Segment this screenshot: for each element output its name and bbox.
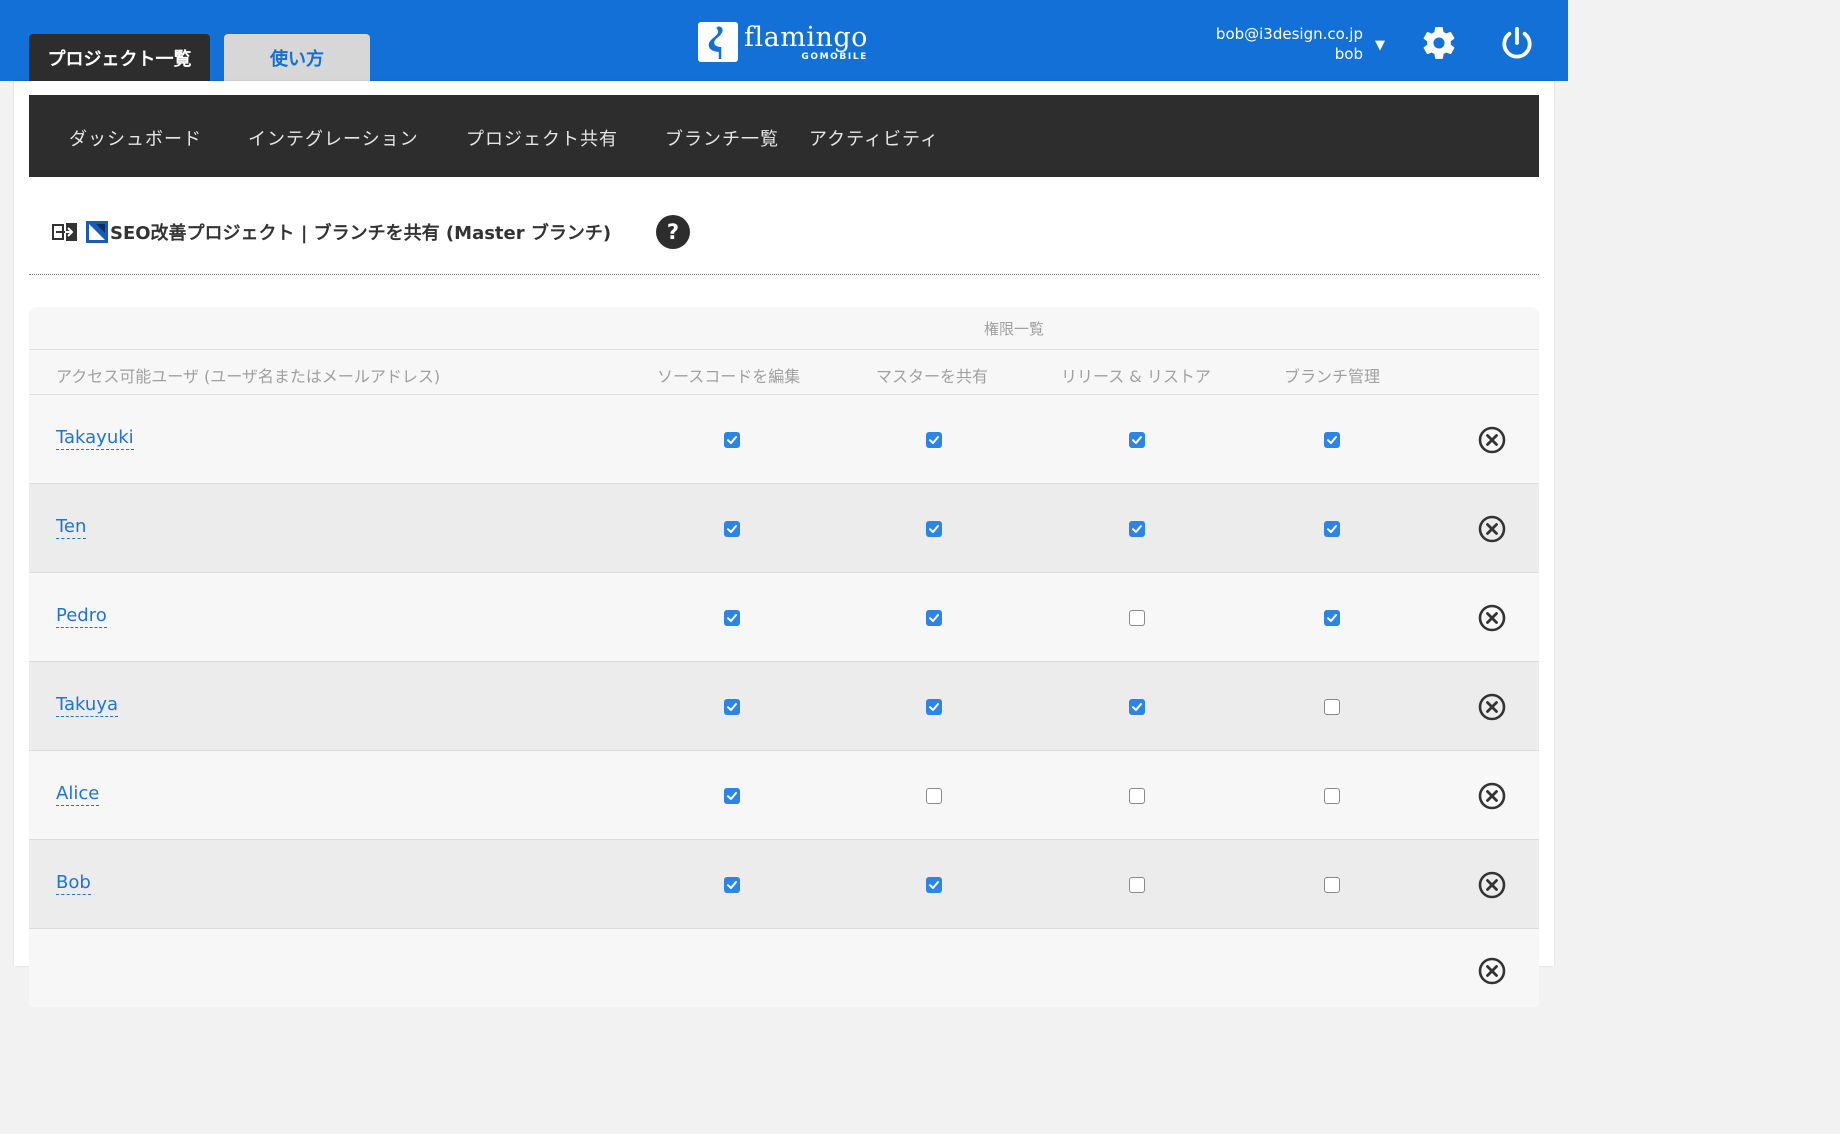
user-link[interactable]: Ten	[56, 516, 87, 539]
table-row: Takuya	[29, 662, 1539, 751]
checkbox-share-master[interactable]	[926, 610, 942, 626]
project-icon	[86, 221, 108, 243]
top-bar: プロジェクト一覧 使い方 flamingo GOMOBILE bob@i3des…	[0, 0, 1568, 81]
chevron-down-icon[interactable]: ▼	[1375, 38, 1385, 53]
user-link[interactable]: Takuya	[56, 694, 119, 717]
flamingo-logo-mark-icon	[698, 22, 738, 62]
page-title: SEO改善プロジェクト | ブランチを共有 (Master ブランチ)	[110, 223, 612, 244]
checkbox-edit-source[interactable]	[724, 521, 740, 537]
checkbox-branch-admin[interactable]	[1324, 610, 1340, 626]
tab-how-to-use[interactable]: 使い方	[224, 34, 370, 81]
remove-user-icon[interactable]	[1478, 871, 1506, 899]
checkbox-release-restore[interactable]	[1129, 699, 1145, 715]
user-link[interactable]: Pedro	[56, 605, 107, 628]
nav-activity[interactable]: アクティビティ	[809, 125, 939, 151]
user-link[interactable]: Alice	[56, 783, 100, 806]
table-row: Pedro	[29, 573, 1539, 662]
tab-project-list[interactable]: プロジェクト一覧	[29, 34, 210, 81]
remove-user-icon[interactable]	[1478, 604, 1506, 632]
user-link[interactable]: Takayuki	[56, 427, 134, 450]
table-row	[29, 929, 1539, 1007]
checkbox-edit-source[interactable]	[724, 610, 740, 626]
checkbox-edit-source[interactable]	[724, 432, 740, 448]
checkbox-release-restore[interactable]	[1129, 432, 1145, 448]
checkbox-branch-admin[interactable]	[1324, 521, 1340, 537]
checkbox-edit-source[interactable]	[724, 877, 740, 893]
column-header-release-restore: リリース & リストア	[1061, 367, 1211, 386]
table-header-row: アクセス可能ユーザ (ユーザ名またはメールアドレス) ソースコードを編集 マスタ…	[29, 350, 1539, 395]
column-header-share-master: マスターを共有	[876, 367, 989, 386]
checkbox-share-master[interactable]	[926, 699, 942, 715]
page-title-row: SEO改善プロジェクト | ブランチを共有 (Master ブランチ)	[52, 214, 611, 250]
table-row: Takayuki	[29, 395, 1539, 484]
project-nav: ダッシュボード インテグレーション プロジェクト共有 ブランチ一覧 アクティビテ…	[29, 95, 1539, 177]
checkbox-branch-admin[interactable]	[1324, 699, 1340, 715]
column-header-branch-admin: ブランチ管理	[1284, 367, 1381, 386]
checkbox-branch-admin[interactable]	[1324, 432, 1340, 448]
permission-group-header: 権限一覧	[29, 307, 1539, 350]
checkbox-release-restore[interactable]	[1129, 521, 1145, 537]
checkbox-share-master[interactable]	[926, 521, 942, 537]
checkbox-branch-admin[interactable]	[1324, 788, 1340, 804]
column-header-edit-source: ソースコードを編集	[657, 367, 801, 386]
nav-dashboard[interactable]: ダッシュボード	[69, 125, 202, 151]
checkbox-release-restore[interactable]	[1129, 610, 1145, 626]
user-email: bob@i3design.co.jp	[1215, 25, 1363, 43]
remove-user-icon[interactable]	[1478, 426, 1506, 454]
user-name: bob	[1334, 45, 1363, 63]
checkbox-edit-source[interactable]	[724, 788, 740, 804]
logo-sub: GOMOBILE	[801, 52, 868, 62]
title-divider	[29, 274, 1539, 275]
remove-user-icon[interactable]	[1478, 782, 1506, 810]
branch-share-icon	[52, 223, 77, 241]
remove-user-icon[interactable]	[1478, 957, 1506, 985]
table-row: Ten	[29, 484, 1539, 573]
checkbox-share-master[interactable]	[926, 877, 942, 893]
user-menu[interactable]: bob@i3design.co.jp bob	[1216, 24, 1363, 64]
gear-icon[interactable]	[1420, 24, 1458, 62]
checkbox-release-restore[interactable]	[1129, 788, 1145, 804]
remove-user-icon[interactable]	[1478, 693, 1506, 721]
permissions-table: 権限一覧 アクセス可能ユーザ (ユーザ名またはメールアドレス) ソースコードを編…	[29, 307, 1539, 1007]
logo-name: flamingo	[744, 22, 868, 53]
remove-user-icon[interactable]	[1478, 515, 1506, 543]
checkbox-share-master[interactable]	[926, 788, 942, 804]
column-header-user: アクセス可能ユーザ (ユーザ名またはメールアドレス)	[56, 367, 441, 386]
permission-group-label: 権限一覧	[984, 320, 1045, 338]
nav-branch-list[interactable]: ブランチ一覧	[665, 125, 779, 151]
nav-integration[interactable]: インテグレーション	[248, 125, 419, 151]
checkbox-release-restore[interactable]	[1129, 877, 1145, 893]
table-row: Alice	[29, 751, 1539, 840]
power-icon[interactable]	[1498, 24, 1536, 62]
nav-project-share[interactable]: プロジェクト共有	[466, 125, 618, 151]
user-link[interactable]: Bob	[56, 872, 91, 895]
checkbox-edit-source[interactable]	[724, 699, 740, 715]
checkbox-branch-admin[interactable]	[1324, 877, 1340, 893]
table-row: Bob	[29, 840, 1539, 929]
checkbox-share-master[interactable]	[926, 432, 942, 448]
flamingo-logo[interactable]: flamingo GOMOBILE	[698, 22, 873, 74]
help-button[interactable]: ?	[656, 215, 690, 249]
